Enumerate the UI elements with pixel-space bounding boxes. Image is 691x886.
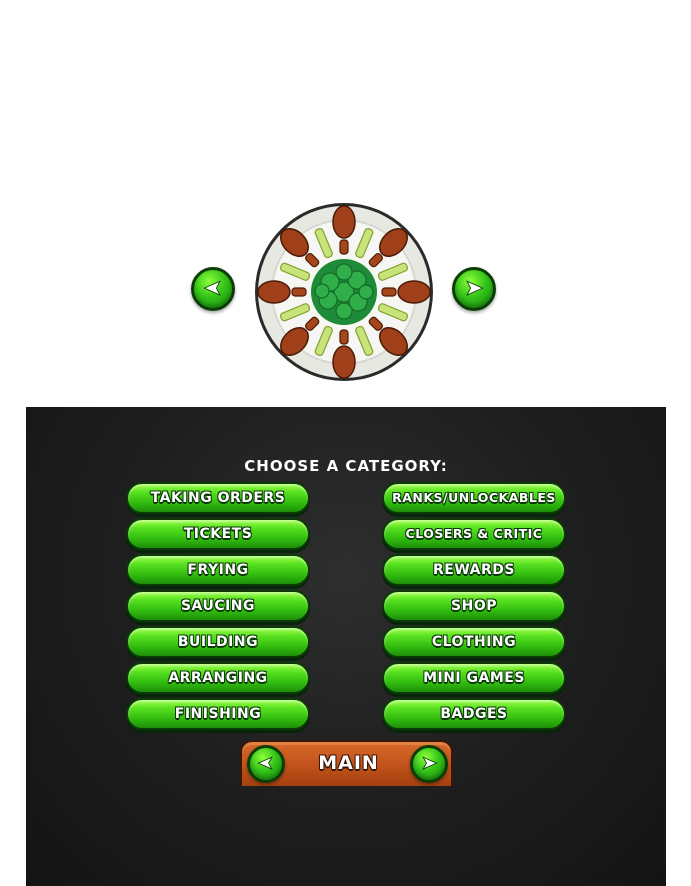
closers-critic-button[interactable]: CLOSERS & CRITIC [382,518,566,550]
right-arrow-icon [466,280,484,296]
previous-plate-button[interactable] [191,267,235,311]
tickets-button[interactable]: TICKETS [126,518,310,550]
next-plate-button[interactable] [452,267,496,311]
frying-button[interactable]: FRYING [126,554,310,586]
arranging-button[interactable]: ARRANGING [126,662,310,694]
clothing-button[interactable]: CLOTHING [382,626,566,658]
left-arrow-icon [257,756,273,770]
right-arrow-icon [422,756,438,770]
menu-title: CHOOSE A CATEGORY: [244,457,448,475]
building-button[interactable]: BUILDING [126,626,310,658]
nav-previous-button[interactable] [247,745,285,783]
wings-plate-icon [255,203,433,381]
category-menu-panel: CHOOSE A CATEGORY: TAKING ORDERS TICKETS… [26,407,666,886]
left-arrow-icon [203,280,221,296]
mini-games-button[interactable]: MINI GAMES [382,662,566,694]
finishing-button[interactable]: FINISHING [126,698,310,730]
main-nav-plank: MAIN [240,740,453,786]
taking-orders-button[interactable]: TAKING ORDERS [126,482,310,514]
rewards-button[interactable]: REWARDS [382,554,566,586]
nav-next-button[interactable] [410,745,448,783]
main-button[interactable]: MAIN [302,752,395,774]
shop-button[interactable]: SHOP [382,590,566,622]
badges-button[interactable]: BADGES [382,698,566,730]
saucing-button[interactable]: SAUCING [126,590,310,622]
ranks-unlockables-button[interactable]: RANKS/UNLOCKABLES [382,482,566,514]
plate-preview-area [0,0,691,407]
